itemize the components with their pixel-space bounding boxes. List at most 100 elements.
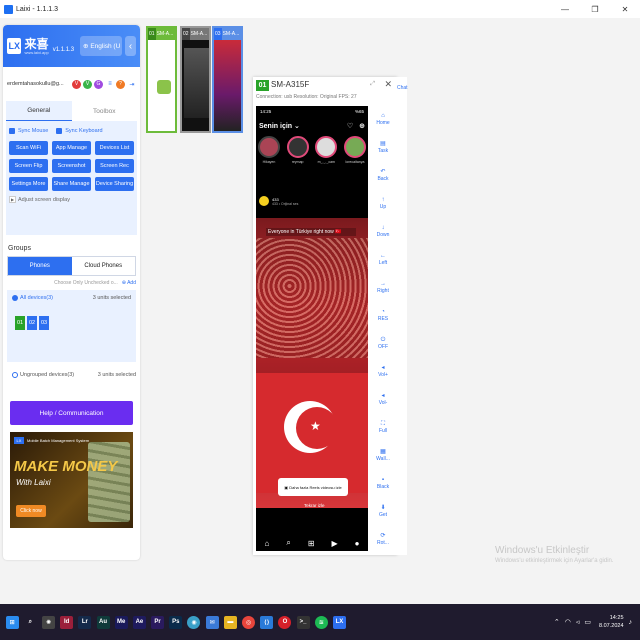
story-item[interactable]: Hikayen — [258, 136, 280, 184]
after-effects-icon[interactable]: Ae — [132, 615, 146, 629]
scan-wifi-button[interactable]: Scan WiFi — [9, 141, 48, 155]
indesign-icon[interactable]: Id — [60, 615, 74, 629]
close-phone-button[interactable]: ✕ — [384, 79, 392, 90]
heart-icon[interactable]: ♡ — [347, 122, 353, 130]
rotate-tool[interactable]: ⟳ Rot... — [377, 525, 389, 553]
promo-banner[interactable]: LX Mobile Batch Management System MAKE MO… — [10, 432, 133, 528]
ungrouped-devices-row[interactable]: Ungrouped devices(3) 3 units selected — [12, 372, 136, 378]
add-post-icon[interactable]: ⊞ — [308, 539, 315, 548]
messenger-icon[interactable]: ⊕ — [359, 122, 365, 130]
device-chip[interactable]: 01 — [15, 316, 25, 330]
avatar[interactable] — [259, 196, 269, 206]
tab-cloud-phones[interactable]: Cloud Phones — [72, 257, 136, 275]
all-devices-group[interactable]: All devices(3) 3 units selected 01 02 03 — [7, 290, 136, 362]
spotify-icon[interactable]: ≋ — [314, 615, 328, 629]
search-icon[interactable]: ⌕ — [24, 616, 37, 629]
devices-list-button[interactable]: Devices List — [95, 141, 134, 155]
help-communication-button[interactable]: Help / Communication — [10, 401, 133, 425]
tab-toolbox[interactable]: Toolbox — [72, 101, 138, 121]
down-tool[interactable]: ↓ Down — [377, 217, 390, 245]
device-chip[interactable]: 03 — [39, 316, 49, 330]
right-tool[interactable]: → Right — [377, 273, 389, 301]
story-item[interactable]: reymap — [286, 136, 309, 184]
premiere-icon[interactable]: Pr — [151, 615, 165, 629]
folder-icon[interactable]: ▬ — [223, 615, 237, 629]
vscode-icon[interactable]: ⟨⟩ — [260, 615, 274, 629]
volume-up-tool[interactable]: ◂ Vol+ — [378, 357, 388, 385]
black-screen-tool[interactable]: ▪ Black — [377, 469, 389, 497]
tab-general[interactable]: General — [6, 101, 72, 121]
add-group-button[interactable]: ⊕ Add — [122, 280, 136, 286]
restore-button[interactable]: ❐ — [580, 5, 610, 14]
logout-icon[interactable]: ⇥ — [128, 80, 136, 88]
story-item[interactable]: lorecaitanya — [343, 136, 366, 184]
power-off-tool[interactable]: ⏻ OFF — [378, 329, 388, 357]
tab-phones[interactable]: Phones — [8, 257, 72, 275]
sync-mouse-checkbox[interactable]: Sync Mouse — [9, 128, 48, 134]
home-tool[interactable]: ⌂ Home — [376, 105, 389, 133]
device-thumbnail-03[interactable]: 03 SM-A... — [212, 26, 243, 133]
wallpaper-tool[interactable]: ▦ Wall... — [376, 441, 390, 469]
chatgpt-icon[interactable]: ✺ — [41, 615, 55, 629]
sync-keyboard-checkbox[interactable]: Sync Keyboard — [56, 128, 103, 134]
post-audio[interactable]: 433 • Orijinal ses — [272, 202, 298, 206]
chrome-icon[interactable]: ◎ — [242, 615, 256, 629]
search-icon[interactable]: ⌕ — [286, 538, 290, 548]
screen-rec-button[interactable]: Screen Rec — [95, 159, 134, 173]
app-manage-button[interactable]: App Manage — [52, 141, 91, 155]
rewatch-link[interactable]: Tekrar izle — [304, 503, 325, 508]
get-tool[interactable]: ⬇ Get — [379, 497, 387, 525]
windows-icon[interactable]: ⊞ — [5, 615, 19, 629]
opera-icon[interactable]: O — [278, 615, 292, 629]
vip-green-icon[interactable]: V — [83, 79, 92, 89]
notification-bell-icon[interactable]: ♪ — [629, 619, 633, 626]
settings-more-button[interactable]: Settings More — [9, 177, 48, 191]
post-image[interactable]: Everyone in Türkiye right now 🇹🇷 ★ ▣ Dah… — [256, 218, 368, 508]
back-tool[interactable]: ↶ Back — [377, 161, 388, 189]
ad-cta-button[interactable]: Click now — [16, 505, 46, 517]
unchecked-link[interactable]: Unchecked o... — [84, 280, 117, 286]
audition-icon[interactable]: Au — [96, 615, 110, 629]
chat-button[interactable]: Chat — [397, 85, 408, 91]
screenshot-button[interactable]: Screenshot — [52, 159, 91, 173]
restart-tool[interactable]: ◔ RES — [378, 301, 388, 329]
screen-flip-button[interactable]: Screen Flip — [9, 159, 48, 173]
device-chip[interactable]: 02 — [27, 316, 37, 330]
chevron-up-icon[interactable]: ⌃ — [554, 618, 560, 626]
spotify-alt-icon[interactable]: ◉ — [187, 615, 201, 629]
battery-icon[interactable]: ▭ — [584, 618, 591, 626]
gift-icon[interactable]: G — [94, 79, 103, 89]
phone-screen[interactable]: 14:25 %65 Senin için ⌄ ♡ ⊕ Hikayen reyma… — [256, 106, 368, 551]
collapse-panel-button[interactable]: ‹ — [125, 36, 137, 56]
share-manage-button[interactable]: Share Manage — [52, 177, 91, 191]
reels-nav-icon[interactable]: ▶ — [331, 539, 337, 548]
device-thumbnail-01[interactable]: 01 SM-A... — [146, 26, 177, 133]
terminal-icon[interactable]: >_ — [296, 615, 310, 629]
fullscreen-tool[interactable]: ⛶ Full — [379, 413, 387, 441]
story-item[interactable]: m_._._cam — [315, 136, 338, 184]
wifi-icon[interactable]: ◠ — [565, 618, 571, 626]
more-reels-button[interactable]: ▣ Daha fazla Reels videosu izle — [278, 478, 348, 496]
photoshop-icon[interactable]: Ps — [169, 615, 183, 629]
choose-only-link[interactable]: Choose Only — [54, 280, 83, 286]
home-icon[interactable]: ⌂ — [264, 539, 269, 548]
adjust-screen-toggle[interactable]: ▶ Adjust screen display — [9, 196, 134, 203]
profile-icon[interactable]: ● — [355, 539, 360, 548]
expand-icon[interactable]: ⤢ — [370, 81, 375, 88]
feed-title[interactable]: Senin için — [259, 123, 292, 130]
lightroom-icon[interactable]: Lr — [78, 615, 92, 629]
minimize-button[interactable]: — — [550, 5, 580, 14]
language-select[interactable]: ⊕ English (U ⌄ — [80, 36, 123, 56]
device-thumbnail-02[interactable]: 02 SM-A... — [180, 26, 211, 133]
volume-icon[interactable]: ◃ — [576, 618, 580, 626]
device-sharing-button[interactable]: Device Sharing — [95, 177, 134, 191]
media-encoder-icon[interactable]: Me — [114, 615, 128, 629]
clock[interactable]: 14:25 8.07.2024 — [599, 614, 623, 630]
left-tool[interactable]: ← Left — [379, 245, 387, 273]
help-icon[interactable]: ? — [116, 79, 125, 89]
close-button[interactable]: ✕ — [610, 5, 640, 14]
up-tool[interactable]: ↑ Up — [380, 189, 386, 217]
task-tool[interactable]: ▤ Task — [378, 133, 388, 161]
vip-badge-icon[interactable]: V — [72, 79, 81, 89]
laixi-icon[interactable]: LX — [332, 615, 346, 629]
